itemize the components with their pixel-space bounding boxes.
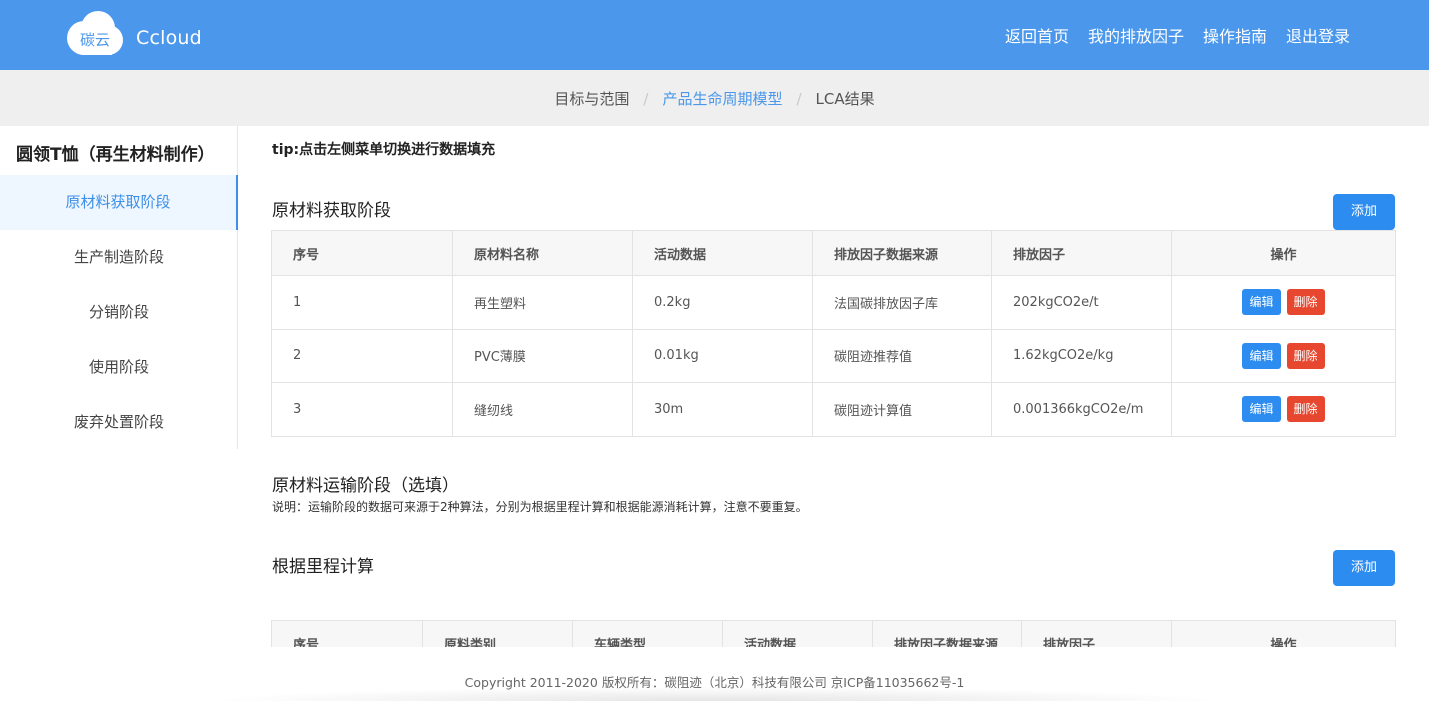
edit-button[interactable]: 编辑 [1242,289,1281,316]
nav-guide[interactable]: 操作指南 [1203,23,1267,47]
breadcrumb-separator: / [796,90,802,108]
edit-button[interactable]: 编辑 [1242,396,1281,423]
breadcrumb-goal-scope[interactable]: 目标与范围 [554,90,629,108]
col-header: 排放因子 [1021,620,1172,647]
cell-actions: 编辑 删除 [1171,328,1396,383]
logo-text: 碳云 [80,31,110,49]
nav-logout[interactable]: 退出登录 [1286,23,1350,47]
cell-index: 1 [271,275,453,330]
menu-use[interactable]: 使用阶段 [0,340,238,395]
mileage-table: 序号 原料类别 车辆类型 活动数据 排放因子数据来源 排放因子 操作 [271,620,1396,647]
breadcrumb-lifecycle-model[interactable]: 产品生命周期模型 [662,90,782,108]
breadcrumb-bar: 目标与范围 / 产品生命周期模型 / LCA结果 [0,70,1429,126]
delete-button[interactable]: 删除 [1286,396,1325,423]
breadcrumb-separator: / [643,90,649,108]
nav-home[interactable]: 返回首页 [1005,23,1069,47]
cell-emission-factor: 0.001366kgCO2e/m [991,382,1172,437]
mileage-table-viewport[interactable]: 序号 原料类别 车辆类型 活动数据 排放因子数据来源 排放因子 操作 [0,620,1429,647]
table-row: 1 再生塑料 0.2kg 法国碳排放因子库 202kgCO2e/t 编辑 删除 [271,275,1396,330]
delete-button[interactable]: 删除 [1286,289,1325,316]
transport-description: 说明：运输阶段的数据可来源于2种算法，分别为根据里程计算和根据能源消耗计算，注意… [272,500,808,514]
col-header: 操作 [1171,620,1396,647]
col-header: 活动数据 [632,230,813,276]
menu-distribution[interactable]: 分销阶段 [0,285,238,340]
cell-actions: 编辑 删除 [1171,382,1396,437]
breadcrumb: 目标与范围 / 产品生命周期模型 / LCA结果 [0,88,1429,109]
cell-index: 2 [271,328,453,383]
stage-menu: 原材料获取阶段 生产制造阶段 分销阶段 使用阶段 废弃处置阶段 [0,175,238,450]
cell-material-name: PVC薄膜 [452,328,633,383]
table-header-row: 序号 原料类别 车辆类型 活动数据 排放因子数据来源 排放因子 操作 [271,620,1396,647]
section-title-by-mileage: 根据里程计算 [272,557,374,577]
raw-material-table: 序号 原材料名称 活动数据 排放因子数据来源 排放因子 操作 1 再生塑料 0.… [271,230,1396,437]
col-header: 操作 [1171,230,1396,276]
cell-activity-data: 0.01kg [632,328,813,383]
col-header: 排放因子 [991,230,1172,276]
edit-button[interactable]: 编辑 [1242,342,1281,369]
menu-raw-material[interactable]: 原材料获取阶段 [0,175,238,230]
brand-name: Ccloud [136,27,202,49]
copyright-text: Copyright 2011-2020 版权所有：碳阻迹（北京）科技有限公司 京… [464,675,965,690]
col-header: 原材料名称 [452,230,633,276]
col-header: 原料类别 [422,620,573,647]
section-title-transport: 原材料运输阶段（选填） [272,476,459,496]
col-header: 车辆类型 [572,620,723,647]
cell-index: 3 [271,382,453,437]
cell-factor-source: 碳阻迹计算值 [812,382,992,437]
tip-text: tip:点击左侧菜单切换进行数据填充 [272,142,496,158]
menu-disposal[interactable]: 废弃处置阶段 [0,395,238,450]
cell-emission-factor: 202kgCO2e/t [991,275,1172,330]
col-header: 序号 [271,230,453,276]
product-title: 圆领T恤（再生材料制作） [16,145,215,165]
cell-factor-source: 法国碳排放因子库 [812,275,992,330]
add-mileage-button[interactable]: 添加 [1333,550,1395,586]
table-row: 3 缝纫线 30m 碳阻迹计算值 0.001366kgCO2e/m 编辑 删除 [271,382,1396,437]
top-nav: 返回首页 我的排放因子 操作指南 退出登录 [1005,23,1350,47]
col-header: 排放因子数据来源 [872,620,1022,647]
cell-factor-source: 碳阻迹推荐值 [812,328,992,383]
table-header-row: 序号 原材料名称 活动数据 排放因子数据来源 排放因子 操作 [271,230,1396,276]
col-header: 排放因子数据来源 [812,230,992,276]
col-header: 序号 [271,620,423,647]
cell-material-name: 再生塑料 [452,275,633,330]
footer: Copyright 2011-2020 版权所有：碳阻迹（北京）科技有限公司 京… [0,647,1429,701]
col-header: 活动数据 [722,620,873,647]
menu-production[interactable]: 生产制造阶段 [0,230,238,285]
add-raw-material-button[interactable]: 添加 [1333,194,1395,230]
nav-my-factors[interactable]: 我的排放因子 [1088,23,1184,47]
cell-activity-data: 30m [632,382,813,437]
stage-sidebar: 圆领T恤（再生材料制作） 原材料获取阶段 生产制造阶段 分销阶段 使用阶段 废弃… [0,126,238,449]
cell-emission-factor: 1.62kgCO2e/kg [991,328,1172,383]
cell-actions: 编辑 删除 [1171,275,1396,330]
breadcrumb-lca-result[interactable]: LCA结果 [816,90,875,108]
top-header: 碳云 Ccloud 返回首页 我的排放因子 操作指南 退出登录 [0,0,1429,70]
section-title-raw-material: 原材料获取阶段 [272,201,391,221]
delete-button[interactable]: 删除 [1286,342,1325,369]
ccloud-logo[interactable]: 碳云 [64,8,126,60]
cell-material-name: 缝纫线 [452,382,633,437]
cell-activity-data: 0.2kg [632,275,813,330]
table-row: 2 PVC薄膜 0.01kg 碳阻迹推荐值 1.62kgCO2e/kg 编辑 删除 [271,328,1396,383]
